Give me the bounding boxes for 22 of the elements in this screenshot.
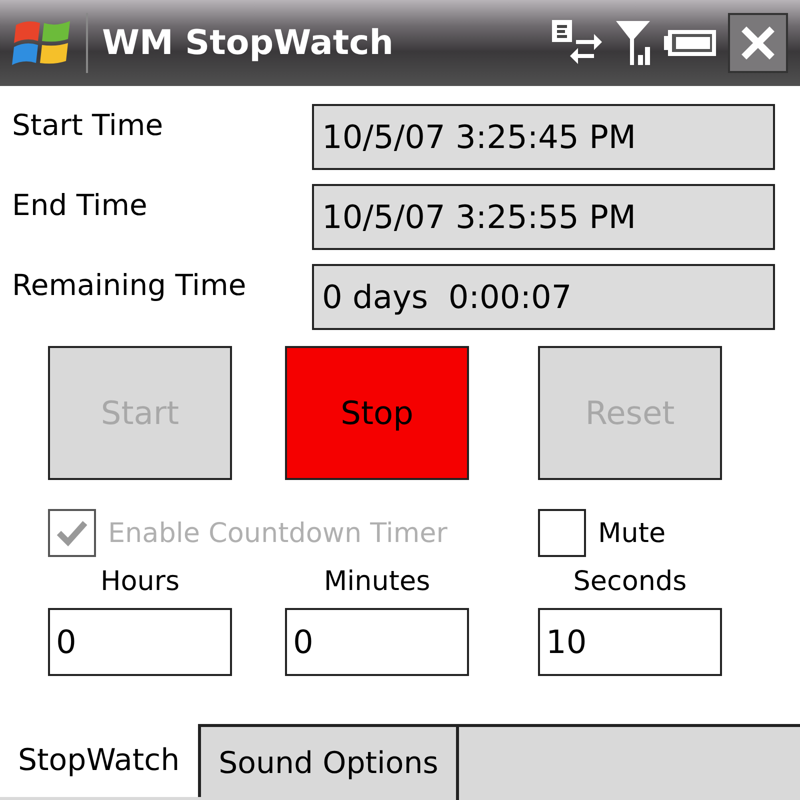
input-field[interactable]: 0 <box>48 608 232 676</box>
input-field[interactable]: 0 <box>285 608 469 676</box>
time-display-field: 10/5/07 3:25:45 PM <box>312 104 775 170</box>
tab[interactable]: StopWatch <box>0 724 201 797</box>
field-label: Hours <box>100 566 180 599</box>
window-title: WM StopWatch <box>86 13 540 73</box>
checkbox-label: Enable Countdown Timer <box>108 518 448 548</box>
field-label: Start Time <box>12 107 164 144</box>
field-label: Seconds <box>573 566 687 599</box>
close-icon <box>740 25 776 61</box>
time-display-field: 10/5/07 3:25:55 PM <box>312 184 775 250</box>
battery-icon <box>662 28 718 58</box>
time-display-field: 0 days 0:00:07 <box>312 264 775 330</box>
checkbox[interactable] <box>538 509 586 557</box>
close-button[interactable] <box>728 13 788 73</box>
input-field[interactable]: 10 <box>538 608 722 676</box>
field-label: End Time <box>12 187 148 224</box>
field-label: Remaining Time <box>12 267 248 304</box>
checkbox-label: Mute <box>598 518 666 548</box>
action-button[interactable]: Stop <box>285 346 469 480</box>
checkmark-icon <box>56 519 88 547</box>
field-label: Minutes <box>324 566 430 599</box>
